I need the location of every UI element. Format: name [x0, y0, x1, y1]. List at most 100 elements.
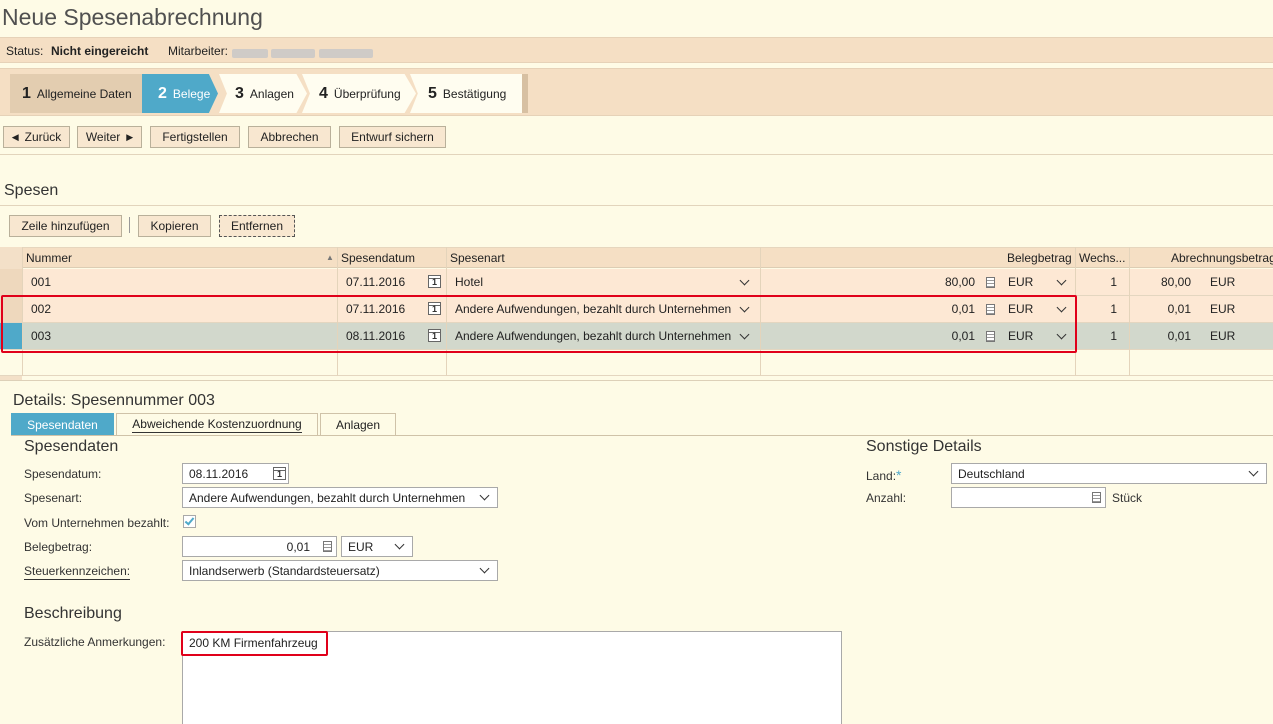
step-label: Belege — [172, 86, 211, 101]
currency-value: EUR — [348, 540, 374, 554]
tab-cost-allocation[interactable]: Abweichende Kostenzuordnung — [116, 413, 318, 436]
check-icon — [184, 515, 195, 526]
type-value: Andere Aufwendungen, bezahlt durch Unter… — [189, 491, 466, 505]
step-3[interactable]: 3 Anlagen — [219, 74, 307, 113]
copy-button[interactable]: Kopieren — [138, 215, 211, 237]
paid-by-company-label: Vom Unternehmen bezahlt: — [24, 516, 170, 530]
country-select[interactable]: Deutschland — [951, 463, 1267, 484]
tab-divider — [11, 435, 1273, 436]
date-field[interactable]: 08.11.2016 — [182, 463, 289, 484]
row-settlement-currency: EUR — [1210, 275, 1236, 289]
step-number: 1 — [22, 84, 31, 102]
highlight-box-notes — [181, 631, 328, 656]
col-divider — [1129, 247, 1130, 376]
status-value: Nicht eingereicht — [51, 44, 149, 58]
toolbar-separator — [129, 217, 130, 233]
tax-code-value: Inlandserwerb (Standardsteuersatz) — [189, 564, 380, 578]
paid-by-company-checkbox[interactable] — [183, 515, 196, 528]
employee-label: Mitarbeiter: — [168, 44, 229, 58]
step-5[interactable]: 5 Bestätigung — [410, 74, 522, 113]
row-amount: 80,00 — [944, 275, 975, 289]
col-settlement[interactable]: Abrechnungsbetrag — [1171, 251, 1273, 265]
tax-code-label[interactable]: Steuerkennzeichen: — [24, 564, 131, 580]
chevron-down-icon[interactable] — [1248, 466, 1259, 477]
chevron-down-icon[interactable] — [394, 539, 405, 550]
step-1[interactable]: 1 Allgemeine Daten — [10, 74, 142, 113]
remove-button[interactable]: Entfernen — [219, 215, 295, 237]
cancel-button[interactable]: Abbrechen — [248, 126, 331, 148]
calculator-icon[interactable] — [986, 277, 995, 288]
step-label: Anlagen — [249, 86, 294, 101]
col-date[interactable]: Spesendatum — [341, 251, 415, 265]
section-title-other-details: Sonstige Details — [866, 438, 982, 455]
step-number: 4 — [319, 84, 328, 102]
chevron-down-icon[interactable] — [739, 275, 750, 286]
amount-field[interactable]: 0,01 — [182, 536, 337, 557]
tab-spesendaten[interactable]: Spesendaten — [11, 413, 114, 436]
step-4[interactable]: 4 Überprüfung — [302, 74, 416, 113]
type-select[interactable]: Andere Aufwendungen, bezahlt durch Unter… — [182, 487, 498, 508]
section-title-description: Beschreibung — [24, 605, 122, 622]
count-label: Anzahl: — [866, 491, 907, 505]
chevron-down-icon[interactable] — [1056, 275, 1067, 286]
divider — [0, 154, 1273, 155]
row-settlement-currency: EUR — [1210, 302, 1236, 316]
back-button[interactable]: ◀ Zurück — [3, 126, 70, 148]
chevron-right-icon: ▶ — [126, 131, 134, 142]
status-label: Status: — [6, 44, 44, 58]
finish-button[interactable]: Fertigstellen — [150, 126, 240, 148]
back-label: Zurück — [24, 130, 62, 144]
row-settlement-currency: EUR — [1210, 329, 1236, 343]
page-title: Neue Spesenabrechnung — [2, 4, 263, 30]
row-rate: 1 — [1110, 302, 1117, 316]
amount-label: Belegbetrag: — [24, 540, 93, 554]
tax-code-select[interactable]: Inlandserwerb (Standardsteuersatz) — [182, 560, 498, 581]
country-value: Deutschland — [958, 467, 1025, 481]
row-rate: 1 — [1110, 275, 1117, 289]
sort-asc-icon[interactable]: ▲ — [326, 253, 334, 262]
date-value: 08.11.2016 — [189, 467, 249, 481]
row-number: 001 — [31, 275, 52, 289]
step-number: 2 — [158, 84, 167, 102]
tab-attachments[interactable]: Anlagen — [320, 413, 396, 436]
currency-select[interactable]: EUR — [341, 536, 413, 557]
table-row-empty[interactable] — [0, 350, 1273, 376]
col-amount[interactable]: Belegbetrag — [1007, 251, 1072, 265]
row-selector[interactable] — [0, 269, 22, 295]
expenses-grid-header: Nummer ▲ Spesendatum Spesenart Belegbetr… — [0, 247, 1273, 268]
step-number: 3 — [235, 84, 244, 102]
step-label: Bestätigung — [442, 86, 507, 101]
chevron-left-icon: ◀ — [11, 131, 19, 142]
calendar-icon[interactable] — [428, 275, 441, 288]
save-draft-button[interactable]: Entwurf sichern — [339, 126, 446, 148]
row-type: Hotel — [455, 275, 484, 289]
next-button[interactable]: Weiter ▶ — [77, 126, 142, 148]
step-label: Allgemeine Daten — [36, 86, 132, 101]
divider — [0, 205, 1273, 206]
date-label: Spesendatum: — [24, 467, 102, 481]
calendar-icon[interactable] — [273, 467, 286, 480]
notes-label: Zusätzliche Anmerkungen: — [24, 635, 166, 649]
type-label: Spesenart: — [24, 491, 83, 505]
step-2-active[interactable]: 2 Belege — [142, 74, 218, 113]
calculator-icon[interactable] — [323, 541, 332, 552]
col-type[interactable]: Spesenart — [450, 251, 505, 265]
details-title: Details: Spesennummer 003 — [13, 392, 215, 409]
row-settlement: 0,01 — [1167, 302, 1191, 316]
next-label: Weiter — [85, 130, 121, 144]
chevron-down-icon[interactable] — [479, 490, 490, 501]
row-settlement: 80,00 — [1160, 275, 1191, 289]
table-row[interactable]: 001 07.11.2016 Hotel 80,00 EUR 1 80,00 E… — [0, 269, 1273, 296]
col-rate[interactable]: Wechs... — [1079, 251, 1125, 265]
roadmap: 1 Allgemeine Daten 2 Belege 3 Anlagen 4 Über… — [0, 68, 1273, 116]
country-label: Land:* — [866, 467, 901, 483]
count-field[interactable] — [951, 487, 1106, 508]
section-title-expense-data: Spesendaten — [24, 438, 119, 455]
required-marker: * — [896, 467, 902, 483]
row-settlement: 0,01 — [1167, 329, 1191, 343]
add-row-button[interactable]: Zeile hinzufügen — [9, 215, 122, 237]
calculator-icon[interactable] — [1092, 492, 1101, 503]
col-number[interactable]: Nummer — [26, 251, 72, 265]
chevron-down-icon[interactable] — [479, 563, 490, 574]
highlight-box-rows — [1, 295, 1077, 353]
